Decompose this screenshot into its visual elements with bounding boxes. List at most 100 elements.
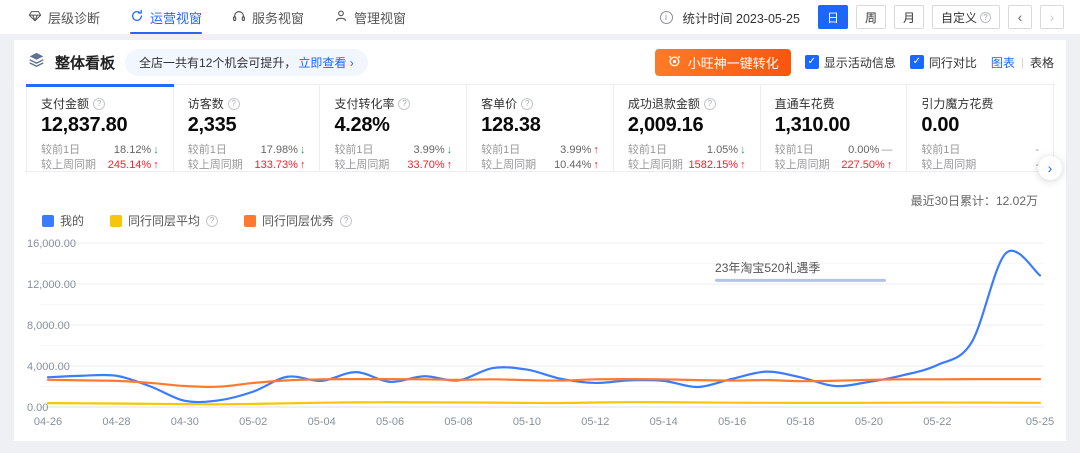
nav-tab-level-diagnosis[interactable]: 层级诊断 — [28, 0, 100, 34]
compare-value: 133.73%↑ — [255, 158, 306, 173]
view-now-link[interactable]: 立即查看 › — [298, 54, 353, 71]
metric-title-text: 客单价 — [481, 95, 517, 112]
y-axis-label: 0.00 — [27, 402, 48, 414]
wangshen-convert-button[interactable]: 小旺神一键转化 — [655, 49, 791, 76]
view-chart-link[interactable]: 图表 — [991, 54, 1015, 71]
help-icon[interactable]: ? — [228, 98, 240, 110]
x-axis-label: 05-12 — [581, 416, 609, 428]
help-icon[interactable]: ? — [93, 98, 105, 110]
range-button-day[interactable]: 日 — [818, 5, 848, 29]
compare-label: 较上周同期 — [921, 158, 976, 173]
compare-value: 10.44%↑ — [554, 158, 599, 173]
trend-chart: 0.004,000.008,000.0012,000.0016,000.0004… — [14, 225, 1066, 441]
metric-title: 客单价? — [481, 95, 599, 112]
compare-label: 较上周同期 — [41, 158, 96, 173]
down-arrow-icon: ↓ — [300, 143, 306, 158]
show-activity-checkbox[interactable]: ✓ 显示活动信息 — [805, 54, 896, 71]
y-axis-label: 16,000.00 — [27, 238, 76, 250]
next-date-button[interactable]: › — [1040, 5, 1064, 29]
range-button-month[interactable]: 月 — [894, 5, 924, 29]
nav-tab-management-view[interactable]: 管理视窗 — [334, 0, 406, 34]
layers-icon — [28, 51, 45, 73]
up-arrow-icon: ↑ — [593, 143, 599, 158]
prev-date-button[interactable]: ‹ — [1008, 5, 1032, 29]
wangshen-icon — [667, 53, 682, 71]
metric-value: 2,009.16 — [628, 114, 746, 137]
x-axis-label: 05-10 — [513, 416, 541, 428]
activity-period-bar — [715, 279, 886, 282]
help-icon[interactable]: ? — [398, 98, 410, 110]
metric-card-avg-order-value[interactable]: 客单价?128.38较前1日3.99%↑较上周同期10.44%↑ — [467, 85, 614, 171]
metric-title-text: 支付转化率 — [334, 95, 394, 112]
peer-compare-label: 同行对比 — [929, 54, 977, 71]
x-axis-label: 04-28 — [102, 416, 130, 428]
info-icon: i — [660, 11, 673, 24]
date-controls: i 统计时间 2023-05-25 日周月自定义? ‹ › — [660, 5, 1064, 29]
compare-value: 17.98%↓ — [261, 143, 306, 158]
up-arrow-icon: ↑ — [593, 158, 599, 173]
compare-value-text: 3.99% — [560, 143, 591, 158]
compare-label: 较前1日 — [775, 143, 814, 158]
help-icon[interactable]: ? — [704, 98, 716, 110]
nav-tab-operation-view[interactable]: 运营视窗 — [130, 0, 202, 34]
view-toggle: 图表 | 表格 — [991, 54, 1054, 71]
compare-value: 18.12%↓ — [114, 143, 159, 158]
metric-value: 4.28% — [334, 114, 452, 137]
metric-card-refund-amount[interactable]: 成功退款金额?2,009.16较前1日1.05%↓较上周同期1582.15%↑ — [614, 85, 761, 171]
range-button-label: 月 — [903, 9, 915, 26]
flat-dash-icon: — — [881, 143, 892, 158]
compare-value: 1582.15%↑ — [689, 158, 746, 173]
checkbox-checked-icon: ✓ — [805, 55, 819, 69]
top-navigation-bar: 层级诊断 运营视窗 服务视窗 管理视窗 i 统计时间 2023-05-25 日周月自定… — [0, 0, 1080, 34]
help-icon: ? — [980, 12, 991, 23]
compare-value: 245.14%↑ — [108, 158, 159, 173]
board-header-left: 整体看板 全店一共有12个机会可提升， 立即查看 › — [28, 49, 368, 76]
metric-card-visitors[interactable]: 访客数?2,335较前1日17.98%↓较上周同期133.73%↑ — [174, 85, 321, 171]
nav-tab-service-view[interactable]: 服务视窗 — [232, 0, 304, 34]
compare-value: 33.70%↑ — [407, 158, 452, 173]
metric-compare-row: 较前1日3.99%↓ — [334, 143, 452, 158]
compare-label: 较前1日 — [628, 143, 667, 158]
compare-label: 较上周同期 — [775, 158, 830, 173]
refresh-icon — [130, 9, 144, 26]
compare-value-text: 33.70% — [407, 158, 444, 173]
nav-tab-label: 运营视窗 — [150, 8, 202, 27]
compare-label: 较上周同期 — [188, 158, 243, 173]
board-header: 整体看板 全店一共有12个机会可提升， 立即查看 › 小旺神一键转化 — [14, 40, 1066, 84]
compare-value: 3.99%↑ — [560, 143, 599, 158]
up-arrow-icon: ↑ — [887, 158, 893, 173]
view-toggle-separator: | — [1021, 55, 1024, 69]
nav-tab-label: 层级诊断 — [48, 8, 100, 27]
metric-title: 直通车花费 — [775, 95, 893, 112]
metric-compare-row: 较前1日 1.05%↓ — [628, 143, 746, 158]
x-axis-label: 05-16 — [718, 416, 746, 428]
range-button-group: 日周月自定义? — [818, 5, 1000, 29]
metric-title: 访客数? — [188, 95, 306, 112]
peer-compare-checkbox[interactable]: ✓ 同行对比 — [910, 54, 977, 71]
help-icon[interactable]: ? — [521, 98, 533, 110]
view-table-link[interactable]: 表格 — [1030, 54, 1054, 71]
metric-compare-row: 较前1日0.00%— — [775, 143, 893, 158]
up-arrow-icon: ↑ — [447, 158, 453, 173]
metric-value: 2,335 — [188, 114, 306, 137]
compare-value: - — [1035, 143, 1039, 158]
range-button-week[interactable]: 周 — [856, 5, 886, 29]
x-axis-label: 05-18 — [786, 416, 814, 428]
metric-card-conversion-rate[interactable]: 支付转化率?4.28%较前1日3.99%↓较上周同期33.70%↑ — [320, 85, 467, 171]
metric-title-text: 访客数 — [188, 95, 224, 112]
range-button-custom[interactable]: 自定义? — [932, 5, 1000, 29]
y-axis-label: 8,000.00 — [27, 320, 70, 332]
metric-value: 12,837.80 — [41, 114, 159, 137]
metric-title-text: 引力魔方花费 — [921, 95, 993, 112]
nav-tab-label: 服务视窗 — [252, 8, 304, 27]
cards-next-button[interactable]: › — [1038, 156, 1062, 180]
compare-value: 1.05%↓ — [707, 143, 746, 158]
compare-value-text: 17.98% — [261, 143, 298, 158]
x-axis-label: 05-04 — [308, 416, 336, 428]
compare-value-text: 227.50% — [841, 158, 884, 173]
metric-card-ylmf-cost[interactable]: 引力魔方花费0.00较前1日-较上周同期- — [907, 85, 1053, 171]
compare-value-text: 1.05% — [707, 143, 738, 158]
metric-card-pay-amount[interactable]: 支付金额?12,837.80较前1日18.12%↓较上周同期245.14%↑ — [27, 85, 174, 171]
metric-card-ztc-cost[interactable]: 直通车花费1,310.00较前1日0.00%—较上周同期227.50%↑ — [761, 85, 908, 171]
metric-title-text: 直通车花费 — [775, 95, 835, 112]
